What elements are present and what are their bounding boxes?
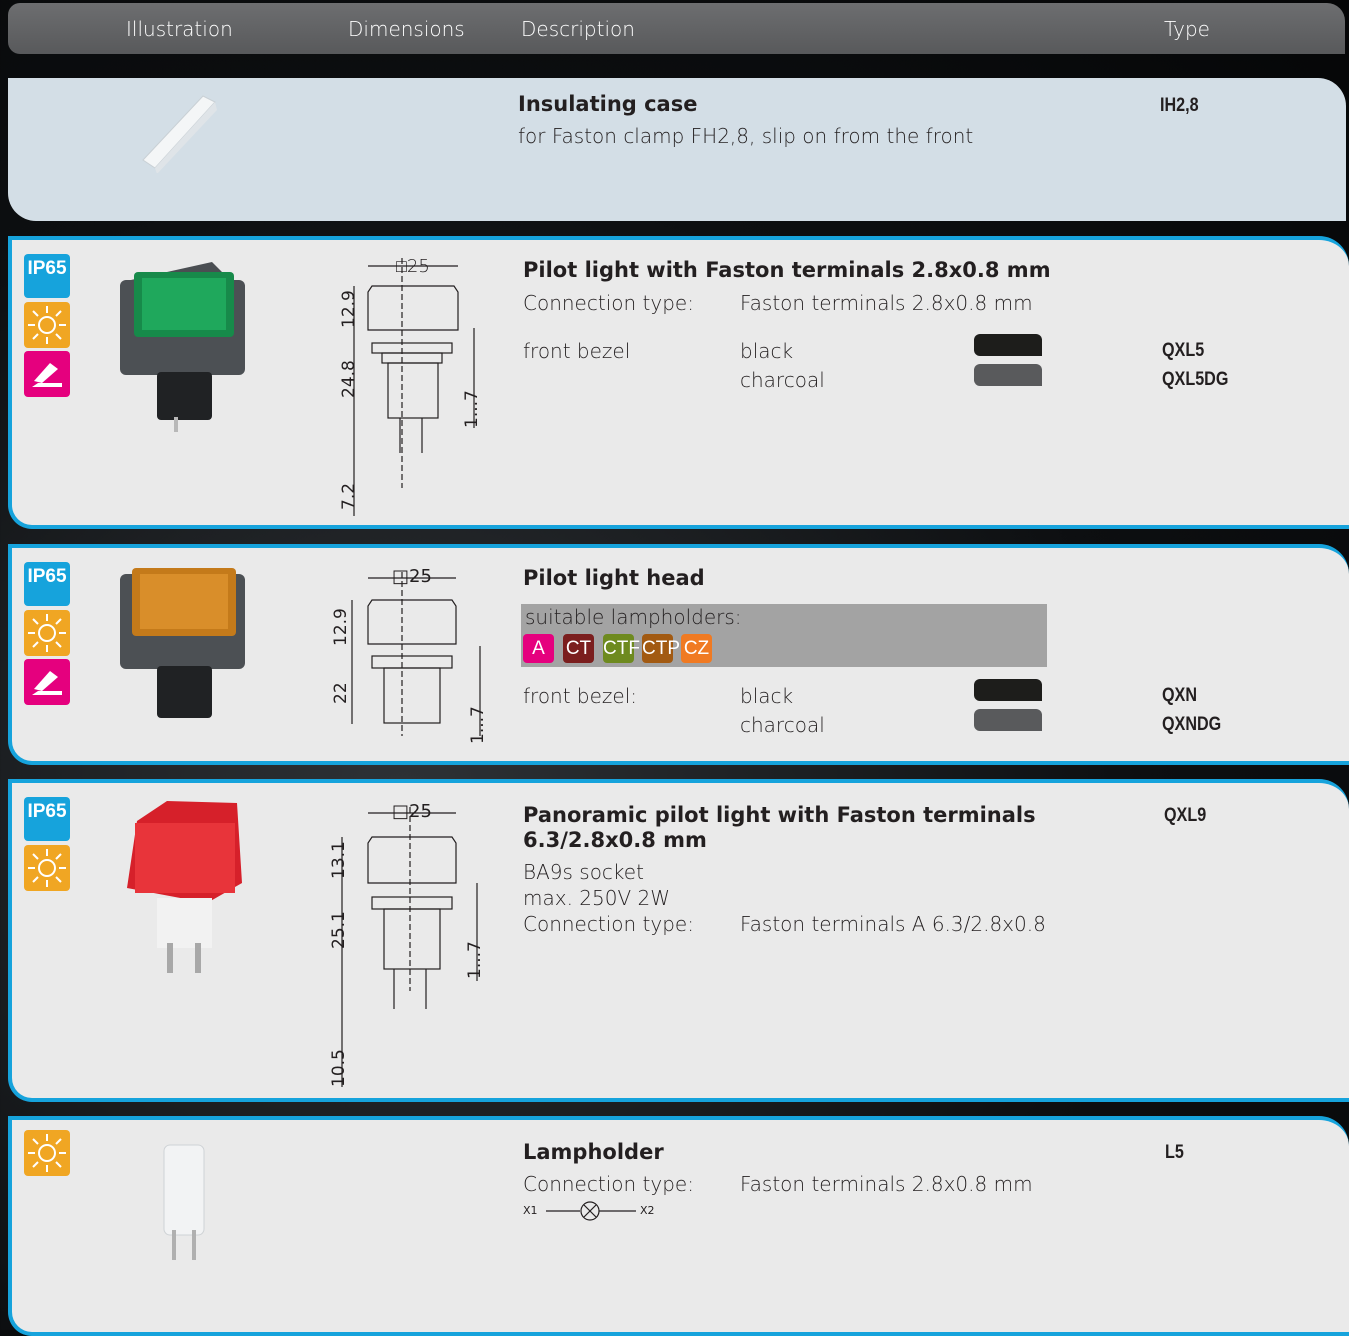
pilot-light-amber-photo xyxy=(120,568,245,718)
dim-c: 10.5 xyxy=(329,1049,349,1087)
product-title-line1: Panoramic pilot light with Faston termin… xyxy=(523,803,1036,827)
swatch-black xyxy=(974,679,1042,701)
sun-icon xyxy=(24,302,70,348)
dim-square: □25 xyxy=(396,256,430,277)
conn-value: Faston terminals A 6.3/2.8x0.8 xyxy=(740,912,1046,936)
color-charcoal: charcoal xyxy=(740,368,825,392)
dim-d: 1...7 xyxy=(462,390,482,428)
bezel-label: front bezel xyxy=(523,339,631,363)
dim-a: 12.9 xyxy=(339,290,359,328)
dim-square: □25 xyxy=(392,801,432,822)
product-row-pilot-light-faston: IP65 □25 12.9 24.8 7.2 1...7 Pilot light… xyxy=(8,236,1349,529)
ip65-badge: IP65 xyxy=(24,562,70,606)
dim-a: 12.9 xyxy=(331,608,351,646)
lampholder-ctp: CTP xyxy=(642,634,680,663)
lamp-symbol-icon xyxy=(546,1201,636,1221)
product-title: Insulating case xyxy=(518,92,698,116)
table-header: Illustration Dimensions Description Type xyxy=(8,3,1345,54)
color-black: black xyxy=(740,339,794,363)
rating-text: max. 250V 2W xyxy=(523,886,671,910)
hand-write-icon xyxy=(24,351,70,397)
insulating-case-photo xyxy=(142,95,217,173)
product-row-pilot-light-head: IP65 □25 12.9 22 1...7 Pilot light head … xyxy=(8,544,1349,765)
product-type: L5 xyxy=(1165,1142,1184,1163)
col-type: Type xyxy=(1164,17,1210,41)
col-dimensions: Dimensions xyxy=(348,17,465,41)
suitable-label: suitable lampholders: xyxy=(525,605,742,629)
col-description: Description xyxy=(521,17,635,41)
sun-icon xyxy=(24,1130,70,1176)
lampholder-photo xyxy=(163,1144,205,1260)
product-row-panoramic-pilot-light: IP65 □25 13.1 25.1 10.5 1...7 Panoramic … xyxy=(8,779,1349,1102)
dimension-drawing: □25 12.9 22 1...7 xyxy=(331,566,488,744)
dim-c: 7.2 xyxy=(339,483,359,510)
dim-d: 1...7 xyxy=(465,941,485,979)
product-type: IH2,8 xyxy=(1160,95,1199,116)
swatch-black xyxy=(974,334,1042,356)
x1-label: X1 xyxy=(523,1204,538,1217)
product-type: QXNDG xyxy=(1162,714,1222,735)
dim-b: 22 xyxy=(331,682,351,704)
swatch-charcoal xyxy=(974,364,1042,386)
pilot-light-green-photo xyxy=(120,262,245,432)
product-title: Pilot light with Faston terminals 2.8x0.… xyxy=(523,258,1051,282)
dim-b: 25.1 xyxy=(329,911,349,949)
color-black: black xyxy=(740,684,794,708)
sun-icon xyxy=(24,845,70,891)
lampholder-ct: CT xyxy=(563,634,594,663)
dim-b: 24.8 xyxy=(339,360,359,398)
conn-label: Connection type: xyxy=(523,1172,694,1196)
product-type: QXL9 xyxy=(1164,805,1207,826)
product-type: QXL5DG xyxy=(1162,369,1229,390)
product-type: QXL5 xyxy=(1162,340,1205,361)
ip65-badge: IP65 xyxy=(24,254,70,298)
product-title: Lampholder xyxy=(523,1140,664,1164)
dim-d: 1...7 xyxy=(468,706,488,744)
dimension-drawing: □25 13.1 25.1 10.5 1...7 xyxy=(329,801,485,1087)
product-title: Pilot light head xyxy=(523,566,705,590)
product-desc: for Faston clamp FH2,8, slip on from the… xyxy=(518,124,974,148)
swatch-charcoal xyxy=(974,709,1042,731)
bezel-label: front bezel: xyxy=(523,684,638,708)
conn-label: Connection type: xyxy=(523,912,694,936)
lampholder-cz: CZ xyxy=(681,634,712,663)
conn-value: Faston terminals 2.8x0.8 mm xyxy=(740,1172,1033,1196)
sun-icon xyxy=(24,610,70,656)
conn-value: Faston terminals 2.8x0.8 mm xyxy=(740,291,1033,315)
color-charcoal: charcoal xyxy=(740,713,825,737)
conn-label: Connection type: xyxy=(523,291,694,315)
product-title-line2: 6.3/2.8x0.8 mm xyxy=(523,828,707,852)
dim-a: 13.1 xyxy=(329,841,349,879)
pilot-light-red-photo xyxy=(127,801,242,973)
x2-label: X2 xyxy=(640,1204,655,1217)
dimension-drawing: □25 12.9 24.8 7.2 1...7 xyxy=(339,256,482,516)
product-row-lampholder: Lampholder Connection type: Faston termi… xyxy=(8,1116,1349,1336)
product-row-insulating-case: Insulating case for Faston clamp FH2,8, … xyxy=(8,78,1346,221)
product-type: QXN xyxy=(1162,685,1198,706)
lampholder-a: A xyxy=(523,634,554,663)
lampholder-ctf: CTF xyxy=(603,634,640,663)
hand-write-icon xyxy=(24,659,70,705)
ip65-badge: IP65 xyxy=(24,797,70,841)
lampholder-box: suitable lampholders: A CT CTF CTP CZ xyxy=(521,604,1047,667)
socket-text: BA9s socket xyxy=(523,860,644,884)
col-illustration: Illustration xyxy=(126,17,233,41)
dim-square: □25 xyxy=(392,566,432,587)
